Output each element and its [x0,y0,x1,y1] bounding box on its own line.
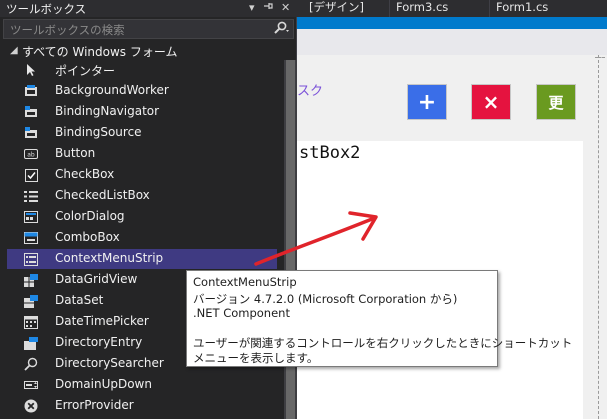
tab-designer[interactable]: [デザイン] [303,0,364,17]
collapse-arrow-icon[interactable]: ◢ [10,45,18,56]
color-dialog-icon [24,210,38,224]
toolbox-item-contextmenustrip[interactable]: ContextMenuStrip [7,249,277,269]
list-box-name: stBox2 [299,143,361,163]
binding-source-icon [24,126,38,140]
binding-navigator-icon [24,105,38,119]
pin-icon[interactable] [263,0,273,16]
toolbox-item-label: DirectorySearcher [55,356,164,370]
toolbox-item-label: Button [55,146,96,160]
toolbox-item-label: ComboBox [55,230,120,244]
editor-tab-strip: [デザイン] Form3.cs Form1.cs [297,0,607,17]
checkbox-icon [24,168,38,182]
toolbox-search-input[interactable]: ツールボックスの検索 [3,19,294,39]
svg-text:ab: ab [27,152,35,159]
form-title-bar [297,17,607,55]
directory-entry-icon [24,336,38,350]
designer-accent-bar [297,17,607,29]
toolbox-item-label: BindingSource [55,125,142,139]
context-menu-strip-icon [24,252,38,266]
date-time-picker-icon [24,315,38,329]
tab-form3[interactable]: Form3.cs [389,0,448,17]
search-placeholder: ツールボックスの検索 [10,23,125,37]
search-icon[interactable] [273,21,289,38]
toolbox-item-button[interactable]: ab Button [7,144,277,164]
data-grid-view-icon [24,273,38,287]
toolbox-item-combobox[interactable]: ComboBox [7,228,277,248]
dropdown-icon[interactable]: ▾ [249,0,255,16]
tooltip-version: バージョン 4.7.2.0 (Microsoft Corporation から) [193,292,458,306]
toolbox-item-label: BackgroundWorker [55,83,169,97]
toolbox-item-label: ポインター [55,64,116,78]
toolbox-item-checkedlistbox[interactable]: CheckedListBox [7,186,277,206]
toolbox-item-domainupdown[interactable]: DomainUpDown [7,375,277,395]
toolbox-item-label: DateTimePicker [55,314,149,328]
toolbox-item-label: ColorDialog [55,209,125,223]
add-button[interactable]: + [407,84,447,120]
tab-form1[interactable]: Form1.cs [489,0,548,17]
toolbox-group-all-windows-forms[interactable]: ◢ すべての Windows フォーム [0,42,297,60]
toolbox-item-label: CheckedListBox [55,188,150,202]
toolbox-item-label: DataGridView [55,272,138,286]
toolbox-item-label: DataSet [55,293,104,307]
toolbox-item-backgroundworker[interactable]: BackgroundWorker [7,81,277,101]
tooltip-component: .NET Component [193,306,290,320]
toolbox-item-label: DirectoryEntry [55,335,143,349]
toolbox-item-pointer[interactable]: ポインター [7,60,277,80]
toolbox-item-colordialog[interactable]: ColorDialog [7,207,277,227]
directory-searcher-icon [24,357,38,371]
toolbox-item-label: BindingNavigator [55,104,160,118]
form-link-label[interactable]: スク [297,80,323,99]
data-set-icon [24,294,38,308]
background-worker-icon [24,84,38,98]
toolbox-item-checkbox[interactable]: CheckBox [7,165,277,185]
toolbox-title: ツールボックス [6,2,87,16]
update-button[interactable]: 更 [536,84,576,120]
combo-box-icon [24,231,38,245]
domain-up-down-icon [24,378,38,392]
delete-button[interactable]: × [471,84,511,120]
toolbox-item-bindingsource[interactable]: BindingSource [7,123,277,143]
error-provider-icon [24,399,38,413]
toolbox-header: ツールボックス ▾ ✕ [0,0,297,17]
button-icon: ab [24,147,38,161]
tooltip-title: ContextMenuStrip [193,275,297,289]
tooltip-description: ユーザーが関連するコントロールを右クリックしたときにショートカット [193,336,573,350]
form-resize-guide[interactable] [598,55,599,419]
group-label: すべての Windows フォーム [22,45,178,59]
toolbox-item-tooltip: ContextMenuStrip バージョン 4.7.2.0 (Microsof… [186,270,572,367]
toolbox-item-errorprovider[interactable]: ErrorProvider [7,396,277,416]
close-icon[interactable]: ✕ [281,0,290,16]
toolbox-item-label: ErrorProvider [55,398,134,412]
pointer-icon [24,63,38,77]
toolbox-item-label: ContextMenuStrip [55,251,164,265]
toolbox-item-bindingnavigator[interactable]: BindingNavigator [7,102,277,122]
toolbox-item-label: CheckBox [55,167,115,181]
form-resize-guide-top [595,57,605,58]
form-caption-bar [297,29,607,55]
tooltip-description-line2: メニューを表示します。 [193,351,319,365]
checked-list-box-icon [24,189,38,203]
toolbox-item-label: DomainUpDown [55,377,152,391]
